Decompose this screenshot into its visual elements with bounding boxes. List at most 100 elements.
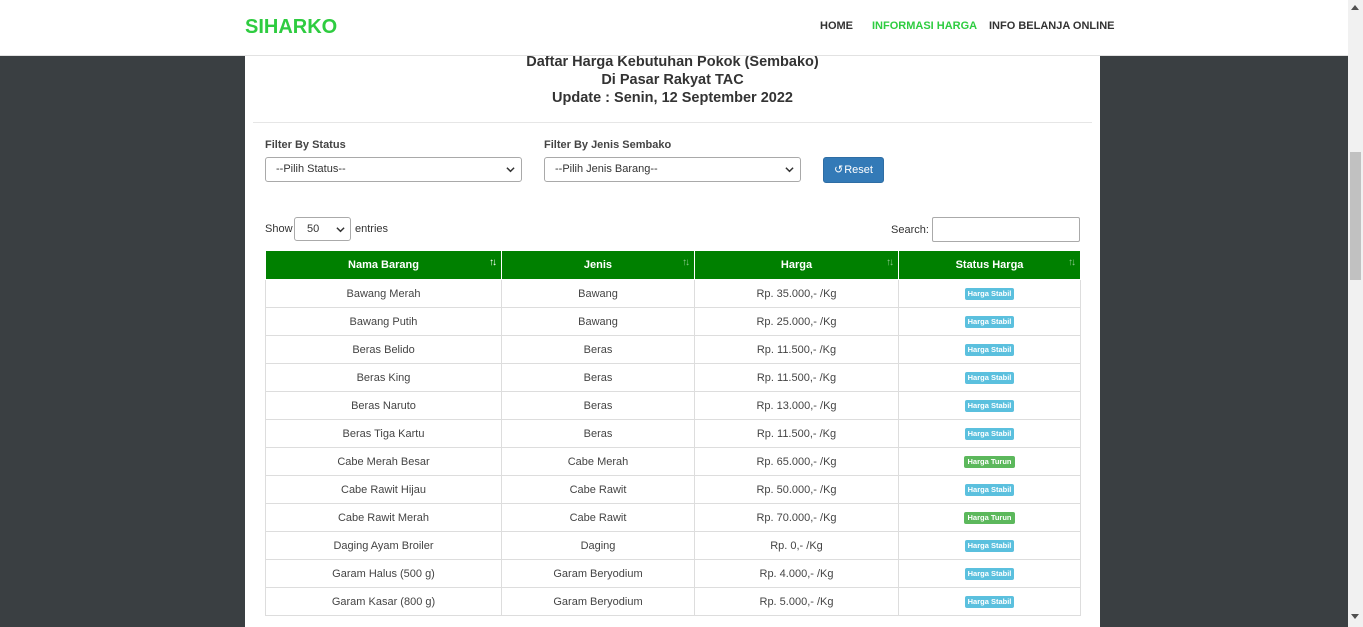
column-header-harga[interactable]: Harga ↑↓ bbox=[694, 250, 899, 280]
main-panel: Daftar Harga Kebutuhan Pokok (Sembako) D… bbox=[245, 56, 1100, 627]
table-row: Cabe Merah Besar Cabe Merah Rp. 65.000,- /… bbox=[265, 447, 1081, 476]
cell-status: Harga Stabil bbox=[898, 335, 1081, 364]
cell-harga: Rp. 35.000,- /Kg bbox=[694, 279, 899, 308]
scroll-thumb[interactable] bbox=[1350, 152, 1361, 280]
cell-jenis: Bawang bbox=[501, 279, 695, 308]
status-badge: Harga Stabil bbox=[964, 372, 1015, 384]
entries-label: entries bbox=[355, 223, 389, 235]
scroll-down-icon[interactable] bbox=[1351, 614, 1359, 619]
cell-jenis: Beras bbox=[501, 391, 695, 420]
cell-jenis: Garam Beryodium bbox=[501, 587, 695, 616]
status-badge: Harga Stabil bbox=[964, 596, 1015, 608]
cell-status: Harga Stabil bbox=[898, 419, 1081, 448]
cell-harga: Rp. 13.000,- /Kg bbox=[694, 391, 899, 420]
page-subtitle: Di Pasar Rakyat TAC bbox=[601, 72, 744, 88]
cell-jenis: Garam Beryodium bbox=[501, 559, 695, 588]
cell-harga: Rp. 50.000,- /Kg bbox=[694, 475, 899, 504]
jenis-select[interactable]: --Pilih Jenis Barang-- bbox=[544, 157, 801, 182]
cell-nama: Garam Halus (500 g) bbox=[265, 559, 502, 588]
status-badge: Harga Stabil bbox=[964, 316, 1015, 328]
cell-harga: Rp. 0,- /Kg bbox=[694, 531, 899, 560]
reset-button[interactable]: ↺Reset bbox=[823, 157, 884, 183]
table-row: Beras King Beras Rp. 11.500,- /Kg Harga Sta… bbox=[265, 363, 1081, 392]
cell-status: Harga Stabil bbox=[898, 363, 1081, 392]
table-row: Garam Kasar (800 g) Garam Beryodium Rp. 5.… bbox=[265, 587, 1081, 616]
page-title: Daftar Harga Kebutuhan Pokok (Sembako) bbox=[526, 56, 819, 70]
scroll-up-icon[interactable] bbox=[1351, 5, 1359, 10]
price-table: Nama Barang ↑↓ Jenis ↑↓ Harga ↑↓ Status Har… bbox=[265, 250, 1081, 616]
cell-harga: Rp. 11.500,- /Kg bbox=[694, 363, 899, 392]
sort-icon: ↑↓ bbox=[886, 257, 894, 268]
cell-jenis: Beras bbox=[501, 419, 695, 448]
cell-harga: Rp. 4.000,- /Kg bbox=[694, 559, 899, 588]
cell-nama: Bawang Putih bbox=[265, 307, 502, 336]
jenis-select-value: --Pilih Jenis Barang-- bbox=[555, 163, 658, 175]
cell-status: Harga Turun bbox=[898, 503, 1081, 532]
cell-harga: Rp. 5.000,- /Kg bbox=[694, 587, 899, 616]
cell-status: Harga Turun bbox=[898, 447, 1081, 476]
update-date: Update : Senin, 12 September 2022 bbox=[552, 90, 793, 106]
cell-status: Harga Stabil bbox=[898, 307, 1081, 336]
cell-jenis: Cabe Merah bbox=[501, 447, 695, 476]
cell-nama: Bawang Merah bbox=[265, 279, 502, 308]
search-input[interactable] bbox=[932, 217, 1080, 242]
sort-icon: ↑↓ bbox=[489, 257, 497, 268]
status-select[interactable]: --Pilih Status-- bbox=[265, 157, 522, 182]
cell-jenis: Cabe Rawit bbox=[501, 475, 695, 504]
status-badge: Harga Stabil bbox=[964, 400, 1015, 412]
entries-select[interactable]: 50 bbox=[294, 217, 351, 241]
chevron-down-icon bbox=[336, 227, 345, 233]
cell-nama: Beras Belido bbox=[265, 335, 502, 364]
entries-value: 50 bbox=[307, 223, 320, 235]
cell-nama: Cabe Rawit Merah bbox=[265, 503, 502, 532]
cell-nama: Garam Kasar (800 g) bbox=[265, 587, 502, 616]
cell-nama: Beras King bbox=[265, 363, 502, 392]
status-badge: Harga Stabil bbox=[964, 540, 1015, 552]
table-body: Bawang Merah Bawang Rp. 35.000,- /Kg Harga … bbox=[265, 279, 1081, 616]
table-row: Garam Halus (500 g) Garam Beryodium Rp. 4.… bbox=[265, 559, 1081, 588]
status-badge: Harga Stabil bbox=[964, 288, 1015, 300]
cell-jenis: Daging bbox=[501, 531, 695, 560]
show-label: Show bbox=[265, 223, 293, 235]
status-badge: Harga Stabil bbox=[964, 344, 1015, 356]
cell-status: Harga Stabil bbox=[898, 475, 1081, 504]
table-row: Bawang Putih Bawang Rp. 25.000,- /Kg Harga … bbox=[265, 307, 1081, 336]
nav-home[interactable]: HOME bbox=[820, 20, 853, 32]
status-badge: Harga Stabil bbox=[964, 568, 1015, 580]
cell-nama: Cabe Rawit Hijau bbox=[265, 475, 502, 504]
column-header-status-harga[interactable]: Status Harga ↑↓ bbox=[898, 250, 1081, 280]
table-row: Cabe Rawit Hijau Cabe Rawit Rp. 50.000,- /… bbox=[265, 475, 1081, 504]
cell-nama: Beras Tiga Kartu bbox=[265, 419, 502, 448]
table-header-row: Nama Barang ↑↓ Jenis ↑↓ Harga ↑↓ Status Har… bbox=[265, 250, 1081, 280]
cell-jenis: Beras bbox=[501, 335, 695, 364]
cell-jenis: Bawang bbox=[501, 307, 695, 336]
table-row: Beras Tiga Kartu Beras Rp. 11.500,- /Kg Har… bbox=[265, 419, 1081, 448]
nav-links: HOME INFORMASI HARGA INFO BELANJA ONLINE bbox=[0, 20, 1348, 34]
sort-icon: ↑↓ bbox=[682, 257, 690, 268]
filter-jenis-label: Filter By Jenis Sembako bbox=[544, 139, 672, 151]
page-scrollbar[interactable] bbox=[1348, 0, 1363, 627]
column-header-nama-barang[interactable]: Nama Barang ↑↓ bbox=[265, 250, 502, 280]
status-badge: Harga Stabil bbox=[964, 428, 1015, 440]
table-row: Beras Belido Beras Rp. 11.500,- /Kg Harga S… bbox=[265, 335, 1081, 364]
status-badge: Harga Stabil bbox=[964, 484, 1015, 496]
reset-label: Reset bbox=[844, 164, 873, 176]
nav-informasi-harga[interactable]: INFORMASI HARGA bbox=[872, 20, 977, 32]
divider bbox=[253, 122, 1092, 123]
nav-info-belanja-online[interactable]: INFO BELANJA ONLINE bbox=[989, 20, 1115, 32]
chevron-down-icon bbox=[506, 167, 515, 173]
column-header-jenis[interactable]: Jenis ↑↓ bbox=[501, 250, 695, 280]
cell-harga: Rp. 11.500,- /Kg bbox=[694, 419, 899, 448]
sort-icon: ↑↓ bbox=[1068, 257, 1076, 268]
cell-harga: Rp. 25.000,- /Kg bbox=[694, 307, 899, 336]
search-label: Search: bbox=[891, 224, 929, 236]
cell-nama: Cabe Merah Besar bbox=[265, 447, 502, 476]
table-row: Cabe Rawit Merah Cabe Rawit Rp. 70.000,- /… bbox=[265, 503, 1081, 532]
cell-jenis: Beras bbox=[501, 363, 695, 392]
cell-harga: Rp. 70.000,- /Kg bbox=[694, 503, 899, 532]
cell-nama: Daging Ayam Broiler bbox=[265, 531, 502, 560]
cell-status: Harga Stabil bbox=[898, 391, 1081, 420]
cell-status: Harga Stabil bbox=[898, 531, 1081, 560]
table-row: Bawang Merah Bawang Rp. 35.000,- /Kg Harga … bbox=[265, 279, 1081, 308]
refresh-icon: ↺ bbox=[834, 164, 844, 176]
